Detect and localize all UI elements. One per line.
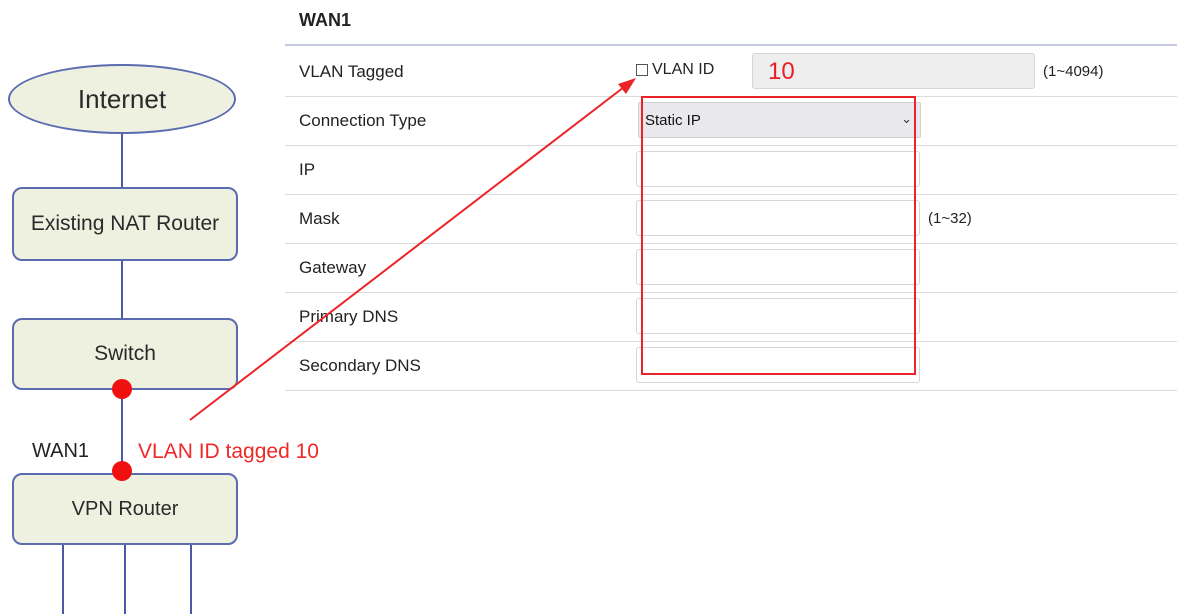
network-diagram: Internet Existing NAT Router Switch VPN … xyxy=(0,0,319,614)
vlan-tagged-annotation: VLAN ID tagged 10 xyxy=(138,440,319,463)
vpn-router-node: VPN Router xyxy=(12,473,238,545)
nat-router-label: Existing NAT Router xyxy=(30,212,220,236)
switch-label: Switch xyxy=(94,342,156,365)
internet-label: Internet xyxy=(77,83,167,114)
gateway-label: Gateway xyxy=(299,258,367,277)
primary-dns-label: Primary DNS xyxy=(299,307,399,326)
highlight-box xyxy=(641,96,916,375)
vlan-id-checkbox-label: VLAN ID xyxy=(652,61,715,78)
connection-type-label: Connection Type xyxy=(299,111,427,130)
vpn-router-label: VPN Router xyxy=(71,497,179,520)
vlan-range-hint: (1~4094) xyxy=(1043,63,1104,80)
vlan-id-input[interactable]: 10 xyxy=(752,53,1035,89)
row-vlan-tagged: VLAN Tagged VLAN ID 10 (1~4094) xyxy=(285,48,1177,97)
vlan-id-value: 10 xyxy=(768,58,795,85)
link-nat-switch xyxy=(121,261,123,318)
wan1-port-dot xyxy=(112,461,132,481)
vlan-id-checkbox-group[interactable]: VLAN ID xyxy=(636,61,714,79)
mask-range-hint: (1~32) xyxy=(928,210,972,227)
lan-link-1 xyxy=(62,545,64,614)
switch-port-dot xyxy=(112,379,132,399)
link-internet-nat xyxy=(121,134,123,187)
wan1-port-label: WAN1 xyxy=(32,440,90,462)
title-divider xyxy=(285,44,1177,46)
ip-label: IP xyxy=(299,160,316,179)
form-title: WAN1 xyxy=(299,10,352,30)
vlan-tagged-label: VLAN Tagged xyxy=(299,62,404,81)
existing-nat-router-node: Existing NAT Router xyxy=(12,187,238,261)
secondary-dns-label: Secondary DNS xyxy=(299,356,421,375)
lan-link-3 xyxy=(190,545,192,614)
internet-node: Internet xyxy=(8,64,236,134)
checkbox-icon[interactable] xyxy=(636,64,648,76)
mask-label: Mask xyxy=(299,209,340,228)
lan-link-2 xyxy=(124,545,126,614)
